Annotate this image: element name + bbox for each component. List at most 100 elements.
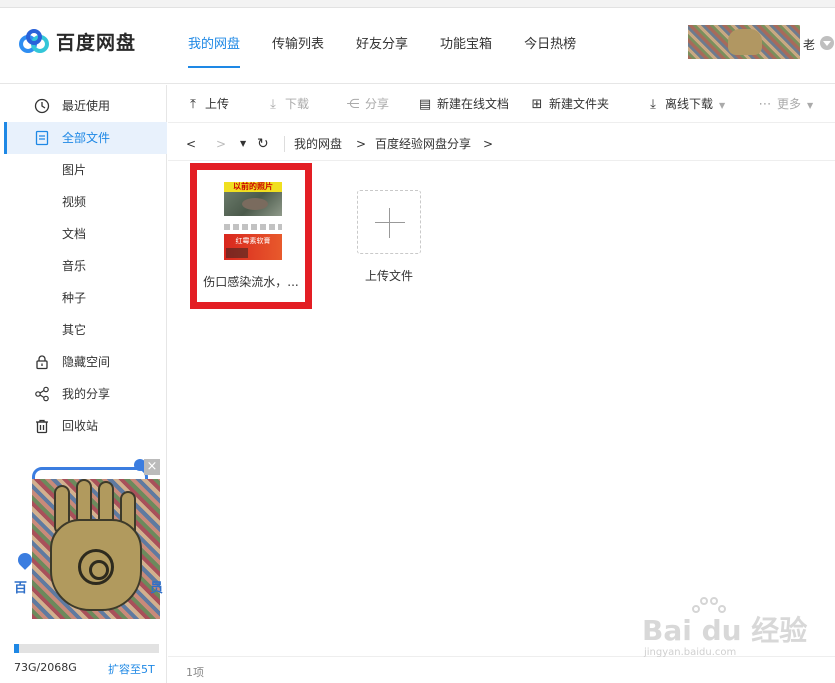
sidebar-item-documents[interactable]: 文档 xyxy=(4,218,167,250)
sidebar-item-images[interactable]: 图片 xyxy=(4,154,167,186)
ad-close-button[interactable]: × xyxy=(144,459,160,475)
upload-button[interactable]: ⤒ 上传 xyxy=(186,85,229,123)
sidebar-item-all-files[interactable]: 全部文件 xyxy=(4,122,167,154)
sidebar-item-my-shares[interactable]: 我的分享 xyxy=(4,378,167,410)
offline-download-icon: ⤓ xyxy=(650,97,656,112)
breadcrumb-separator: > xyxy=(356,137,367,151)
breadcrumb: < > ▼ ↻ 我的网盘 > 百度经验网盘分享 > xyxy=(168,127,835,161)
storage-quota-fill xyxy=(14,644,20,653)
sidebar-item-torrents[interactable]: 种子 xyxy=(4,282,167,314)
new-doc-icon: ▤ xyxy=(418,97,432,112)
upload-file-label: 上传文件 xyxy=(364,269,413,283)
sidebar-item-label: 视频 xyxy=(62,195,87,209)
offline-download-button[interactable]: ⤓ 离线下载 ▼ xyxy=(646,85,725,123)
upload-icon: ⤒ xyxy=(190,97,196,112)
download-icon: ⤓ xyxy=(270,97,276,112)
user-name[interactable]: 老 xyxy=(803,36,815,53)
tab-feature-box[interactable]: 功能宝箱 xyxy=(428,8,504,84)
main-nav: 我的网盘 传输列表 好友分享 功能宝箱 今日热榜 xyxy=(176,8,596,84)
new-online-doc-label: 新建在线文档 xyxy=(437,97,510,111)
share-button[interactable]: ⋲ 分享 xyxy=(346,85,390,123)
chevron-down-icon: ▼ xyxy=(719,101,726,110)
watermark-sub-text: jingyan.baidu.com xyxy=(644,647,737,658)
upload-file-tile[interactable] xyxy=(357,190,421,254)
upload-label: 上传 xyxy=(205,97,230,111)
share-icon xyxy=(35,386,49,402)
sidebar-item-hidden-space[interactable]: 隐藏空间 xyxy=(4,346,167,378)
forward-arrow-icon[interactable]: > xyxy=(216,127,226,161)
sidebar-item-label: 回收站 xyxy=(62,419,99,433)
storage-quota-text: 73G/2068G xyxy=(14,661,77,674)
tab-transfer-list[interactable]: 传输列表 xyxy=(260,8,336,84)
download-label: 下载 xyxy=(285,97,310,111)
thumb-photo xyxy=(224,192,282,216)
app-logo[interactable]: 百度网盘 xyxy=(18,28,136,55)
more-button[interactable]: ⋯ 更多 ▼ xyxy=(758,85,814,123)
share-label: 分享 xyxy=(365,97,390,111)
window-top-strip xyxy=(0,0,835,8)
main-content: ⤒ 上传 ⤓ 下载 ⋲ 分享 ▤ 新建在线文档 ⊞ 新建文件夹 ⤓ 离线下载 ▼ ⋯ 更多 ▼ <… xyxy=(168,85,835,683)
clock-icon xyxy=(34,98,50,114)
thumb-text-lines xyxy=(224,224,282,230)
sidebar-item-label: 文档 xyxy=(62,227,87,241)
sidebar-item-other[interactable]: 其它 xyxy=(4,314,167,346)
sidebar-item-videos[interactable]: 视频 xyxy=(4,186,167,218)
sidebar-item-label: 我的分享 xyxy=(62,387,111,401)
trash-icon xyxy=(36,419,48,434)
new-online-doc-button[interactable]: ▤ 新建在线文档 xyxy=(418,85,509,123)
offline-download-label: 离线下载 xyxy=(665,97,714,111)
sidebar-item-label: 最近使用 xyxy=(62,99,111,113)
watermark-main-text: Bai du 经验 xyxy=(642,614,808,647)
new-folder-button[interactable]: ⊞ 新建文件夹 xyxy=(530,85,609,123)
sidebar-ad-banner[interactable]: 百 员 × xyxy=(14,459,164,619)
plus-icon xyxy=(389,208,390,238)
expand-storage-link[interactable]: 扩容至5T xyxy=(108,661,155,677)
logo-text: 百度网盘 xyxy=(56,32,137,54)
sidebar-item-recent[interactable]: 最近使用 xyxy=(4,90,167,122)
new-folder-icon: ⊞ xyxy=(531,97,543,112)
tab-my-netdisk[interactable]: 我的网盘 xyxy=(176,8,252,84)
sidebar-item-recycle-bin[interactable]: 回收站 xyxy=(4,410,167,442)
more-label: 更多 xyxy=(777,97,802,111)
thumb-title: 以前的照片 xyxy=(224,182,282,192)
pathbar-divider xyxy=(284,136,285,152)
breadcrumb-my-netdisk[interactable]: 我的网盘 xyxy=(294,127,342,161)
breadcrumb-separator: > xyxy=(483,137,494,151)
baidu-jingyan-watermark: Bai du 经验 jingyan.baidu.com xyxy=(640,595,820,665)
thumb-banner: 红霉素软膏 xyxy=(224,234,282,260)
more-dots-icon: ⋯ xyxy=(758,97,772,112)
sidebar-item-label: 种子 xyxy=(62,291,87,305)
tab-friend-share[interactable]: 好友分享 xyxy=(344,8,420,84)
sidebar-item-label: 其它 xyxy=(62,323,87,337)
ad-spiral-shape xyxy=(78,549,114,585)
tab-today-hot[interactable]: 今日热榜 xyxy=(512,8,588,84)
document-icon xyxy=(35,130,49,146)
app-header: 百度网盘 我的网盘 传输列表 好友分享 功能宝箱 今日热榜 老 xyxy=(0,8,835,84)
user-avatar[interactable] xyxy=(688,25,800,59)
ad-image xyxy=(32,479,160,619)
sidebar: 最近使用 全部文件 图片 视频 文档 音乐 种子 其它 隐藏空间 我的分享 回收… xyxy=(4,85,167,683)
storage-quota-bar xyxy=(14,644,159,653)
history-dropdown-icon[interactable]: ▼ xyxy=(240,127,246,161)
refresh-icon[interactable]: ↻ xyxy=(257,127,269,161)
download-button[interactable]: ⤓ 下载 xyxy=(266,85,309,123)
toolbar: ⤒ 上传 ⤓ 下载 ⋲ 分享 ▤ 新建在线文档 ⊞ 新建文件夹 ⤓ 离线下载 ▼ ⋯ 更多 ▼ xyxy=(168,85,835,123)
file-thumbnail: 以前的照片 红霉素软膏 xyxy=(224,182,282,266)
new-folder-label: 新建文件夹 xyxy=(549,97,610,111)
user-menu-caret-icon[interactable] xyxy=(820,36,834,50)
breadcrumb-current-folder[interactable]: 百度经验网盘分享 xyxy=(375,127,471,161)
plus-icon xyxy=(375,222,405,223)
ad-text-right: 员 xyxy=(150,581,164,596)
sidebar-item-music[interactable]: 音乐 xyxy=(4,250,167,282)
file-item[interactable]: 以前的照片 红霉素软膏 伤口感染流水，... xyxy=(190,163,312,309)
file-name: 伤口感染流水，... xyxy=(203,275,299,289)
share-icon: ⋲ xyxy=(346,97,360,112)
sidebar-item-label: 图片 xyxy=(62,163,87,177)
sidebar-item-label: 隐藏空间 xyxy=(62,355,111,369)
avatar-hand-image xyxy=(728,29,762,55)
sidebar-item-label: 全部文件 xyxy=(62,131,111,145)
item-count: 1项 xyxy=(186,666,204,679)
ad-text-left: 百 xyxy=(14,581,28,596)
back-arrow-icon[interactable]: < xyxy=(186,127,196,161)
sidebar-item-label: 音乐 xyxy=(62,259,87,273)
